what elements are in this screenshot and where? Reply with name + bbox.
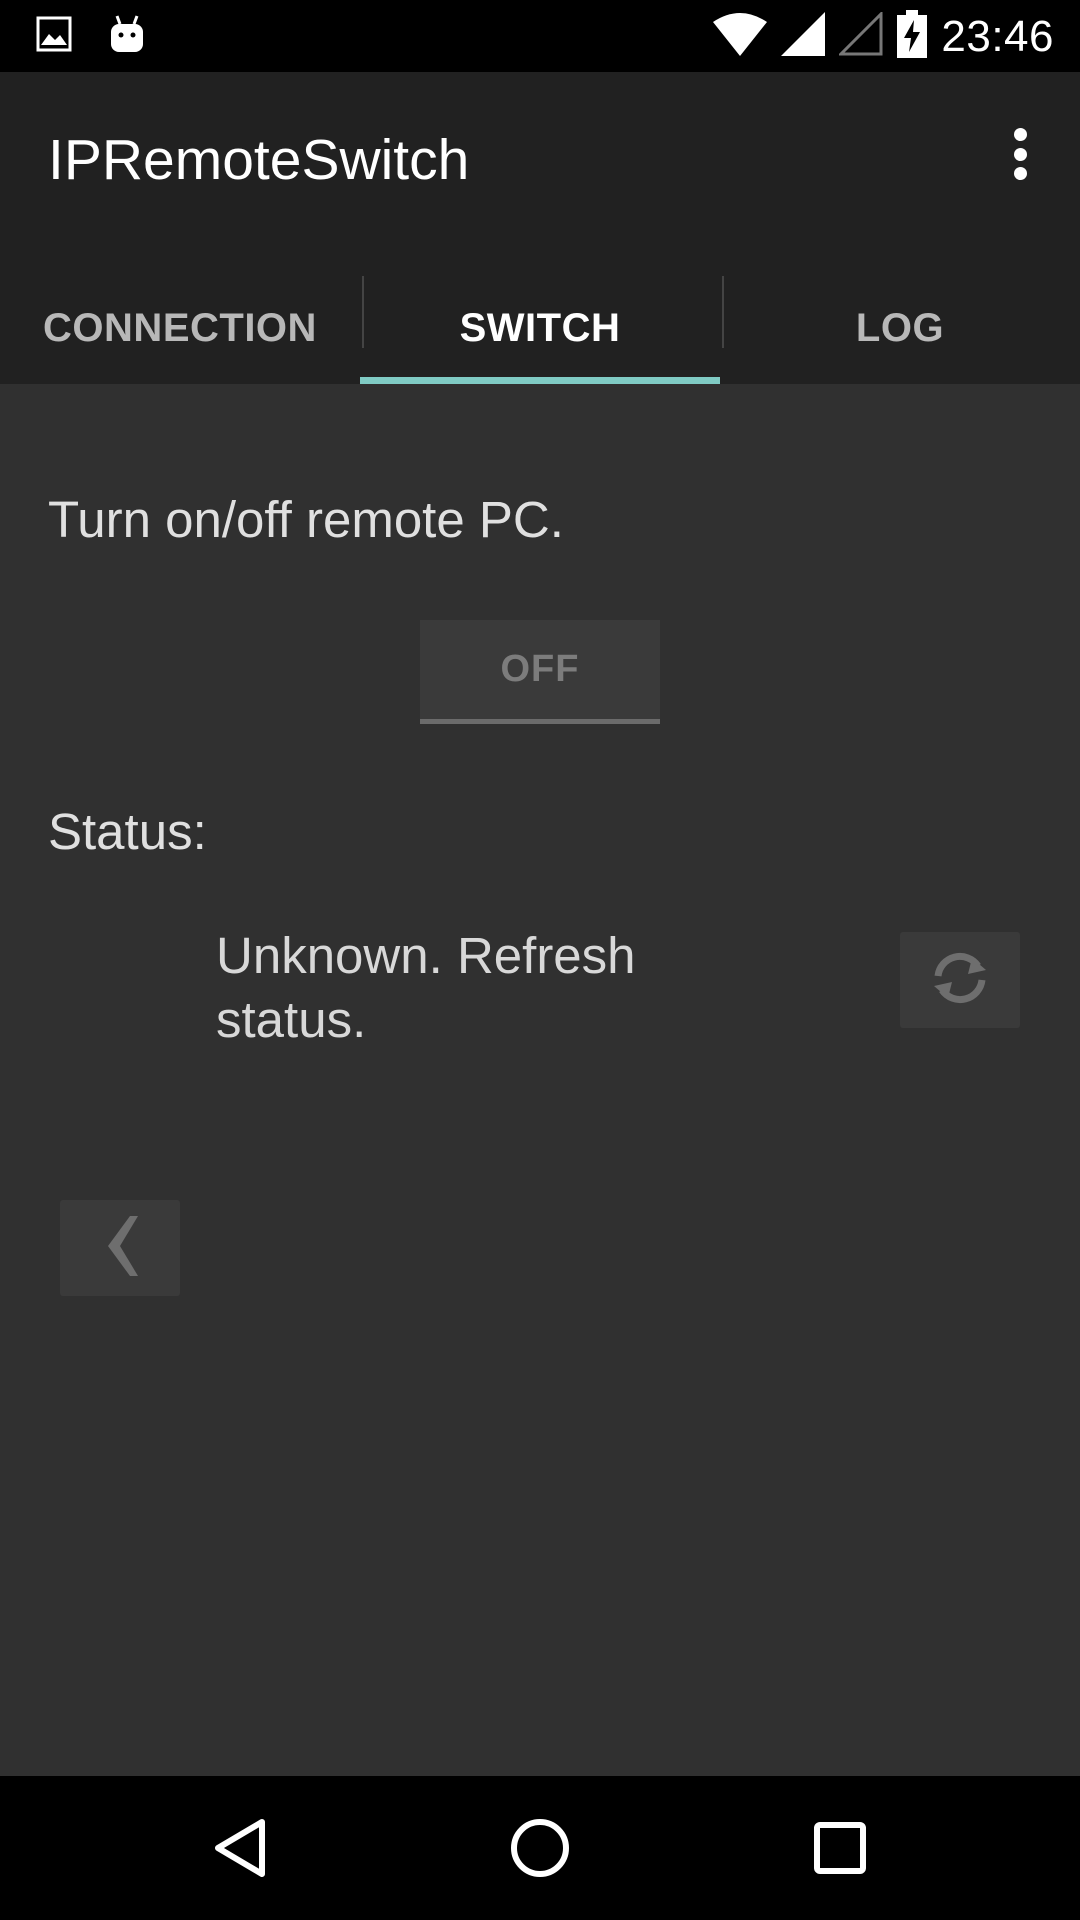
status-label: Status: — [48, 803, 207, 860]
power-toggle-button[interactable]: OFF — [420, 620, 660, 724]
wifi-icon — [713, 12, 768, 61]
refresh-icon — [928, 950, 992, 1011]
home-circle-icon[interactable] — [504, 1812, 576, 1884]
tab-divider — [362, 276, 364, 348]
tab-connection[interactable]: CONNECTION — [0, 272, 360, 384]
app-bar: IPRemoteSwitch CONNECTION SWITCH LOG — [0, 72, 1080, 384]
navigation-bar — [0, 1776, 1080, 1920]
previous-button[interactable] — [60, 1200, 180, 1296]
tab-divider — [722, 276, 724, 348]
tab-switch[interactable]: SWITCH — [360, 272, 720, 384]
status-time: 23:46 — [941, 11, 1054, 61]
signal-empty-icon — [837, 10, 883, 61]
android-icon — [108, 14, 146, 59]
instruction-text: Turn on/off remote PC. — [48, 491, 564, 548]
switch-panel: Turn on/off remote PC. OFF Status: Unkno… — [0, 384, 1080, 1776]
overflow-menu-icon[interactable] — [990, 124, 1050, 184]
status-bar: 23:46 — [0, 0, 1080, 72]
back-triangle-icon[interactable] — [204, 1812, 276, 1884]
signal-icon — [781, 12, 826, 61]
refresh-button[interactable] — [900, 932, 1020, 1028]
battery-charging-icon — [897, 10, 928, 63]
app-title: IPRemoteSwitch — [48, 128, 470, 192]
status-value: Unknown. Refresh status. — [216, 927, 636, 1048]
tab-log[interactable]: LOG — [720, 272, 1080, 384]
image-icon — [36, 16, 72, 57]
tab-bar: CONNECTION SWITCH LOG — [0, 272, 1080, 384]
recents-square-icon[interactable] — [804, 1812, 876, 1884]
chevron-left-icon — [100, 1214, 140, 1283]
screen: 23:46 IPRemoteSwitch CONNECTION SWITCH L… — [0, 0, 1080, 1920]
